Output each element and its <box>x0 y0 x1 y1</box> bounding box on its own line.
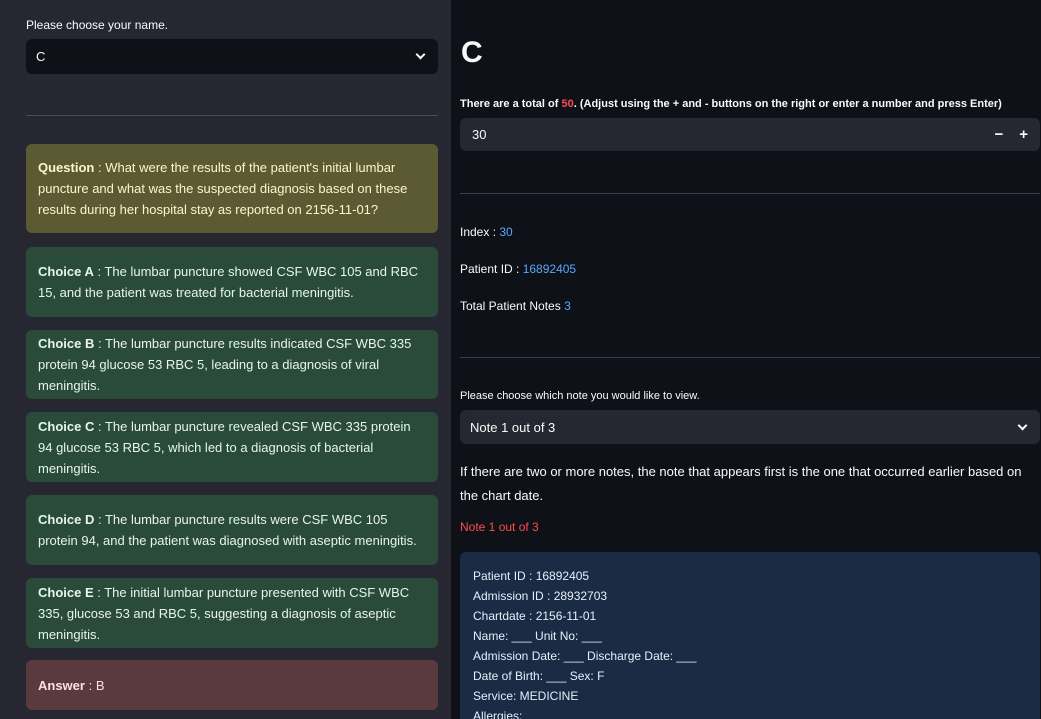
choice-b-box: Choice B : The lumbar puncture results i… <box>26 330 438 399</box>
total-notes-info: Total Patient Notes 3 <box>460 299 571 313</box>
chevron-down-icon <box>1017 420 1028 430</box>
total-suffix: . (Adjust using the + and - buttons on t… <box>573 98 1002 110</box>
main-panel: C There are a total of 50. (Adjust using… <box>451 0 1041 719</box>
answer-text: B <box>95 677 105 693</box>
note-heading: Note 1 out of 3 <box>460 520 539 534</box>
total-notes-label: Total Patient Notes <box>460 299 565 313</box>
question-label: Question <box>38 160 95 175</box>
index-number-input[interactable]: 30 − + <box>460 118 1040 151</box>
number-stepper: − + <box>994 126 1028 143</box>
patient-id-label: Patient ID : <box>460 262 523 276</box>
choice-d-separator: : <box>94 512 105 527</box>
name-select-value: C <box>36 49 46 64</box>
name-select[interactable]: C <box>26 39 438 74</box>
answer-label: Answer <box>38 677 85 693</box>
plus-icon[interactable]: + <box>1019 126 1028 143</box>
total-prefix: There are a total of <box>460 98 562 110</box>
choice-e-label: Choice E <box>38 584 94 600</box>
choice-d-box: Choice D : The lumbar puncture results w… <box>26 495 438 565</box>
divider-middle <box>460 357 1040 358</box>
note-line: Name: ___ Unit No: ___ <box>473 629 602 643</box>
note-line: Admission ID : 28932703 <box>473 589 608 603</box>
index-info: Index : 30 <box>460 225 513 239</box>
index-label: Index : <box>460 225 500 239</box>
index-value: 30 <box>499 225 513 239</box>
note-line: Allergies: <box>473 709 523 719</box>
total-count-text: There are a total of 50. (Adjust using t… <box>460 98 1002 110</box>
page-title: C <box>461 36 483 69</box>
choice-c-box: Choice C : The lumbar puncture revealed … <box>26 412 438 482</box>
choice-b-separator: : <box>94 336 105 351</box>
name-select-label: Please choose your name. <box>26 18 169 32</box>
note-order-explanation: If there are two or more notes, the note… <box>460 464 1022 503</box>
choice-a-label: Choice A <box>38 264 94 279</box>
divider-top <box>460 193 1040 194</box>
choice-d-label: Choice D <box>38 512 95 527</box>
total-value: 50 <box>561 98 574 110</box>
note-line: Admission Date: ___ Discharge Date: ___ <box>473 649 697 663</box>
sidebar-divider <box>26 115 438 116</box>
choice-a-box: Choice A : The lumbar puncture showed CS… <box>26 247 438 317</box>
minus-icon[interactable]: − <box>994 126 1003 143</box>
note-line: Date of Birth: ___ Sex: F <box>473 669 605 683</box>
note-content-box: Patient ID : 16892405 Admission ID : 289… <box>460 552 1040 719</box>
chevron-down-icon <box>415 49 426 60</box>
patient-id-value: 16892405 <box>522 262 577 276</box>
note-line: Chartdate : 2156-11-01 <box>473 609 597 623</box>
note-select-value: Note 1 out of 3 <box>470 419 556 435</box>
note-line: Patient ID : 16892405 <box>473 569 590 583</box>
index-number-value[interactable]: 30 <box>472 127 486 142</box>
answer-separator: : <box>84 677 96 693</box>
note-select[interactable]: Note 1 out of 3 <box>460 410 1040 444</box>
note-select-label: Please choose which note you would like … <box>460 390 700 402</box>
sidebar: Please choose your name. C Question : Wh… <box>0 0 451 719</box>
question-separator: : <box>94 160 106 175</box>
total-notes-value: 3 <box>564 299 571 313</box>
choice-e-separator: : <box>93 584 105 600</box>
choice-e-box: Choice E : The initial lumbar puncture p… <box>26 578 438 648</box>
answer-box: Answer : B <box>26 660 438 710</box>
choice-c-separator: : <box>94 418 105 434</box>
note-line: Service: MEDICINE <box>473 689 579 703</box>
choice-b-label: Choice B <box>38 336 95 351</box>
choice-c-label: Choice C <box>38 418 95 434</box>
question-box: Question : What were the results of the … <box>26 144 438 233</box>
choice-a-separator: : <box>93 264 105 279</box>
patient-id-info: Patient ID : 16892405 <box>460 262 576 276</box>
